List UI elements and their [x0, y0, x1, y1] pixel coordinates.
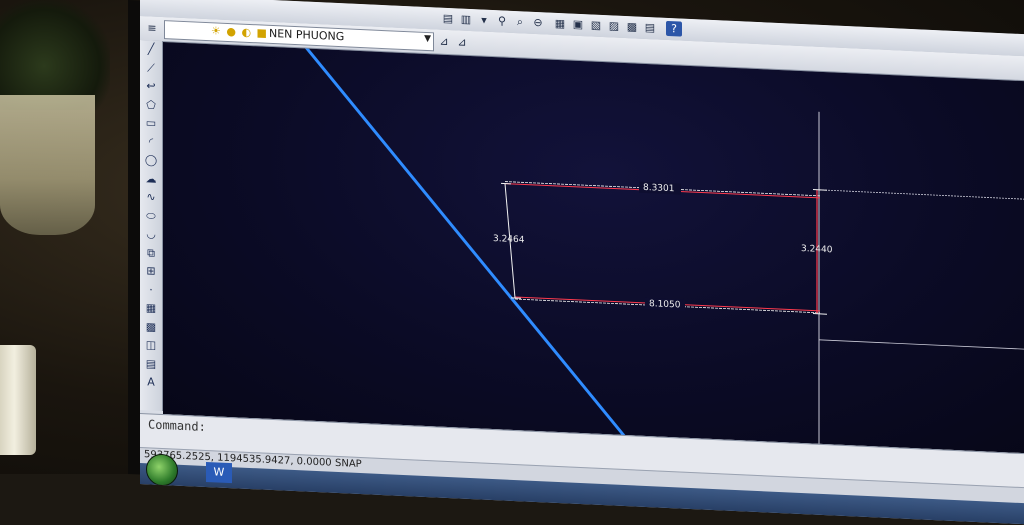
revision-cloud-tool-icon[interactable]: ☁	[140, 170, 162, 189]
ellipse-tool-icon[interactable]: ⬭	[140, 207, 162, 226]
current-layer-name: NEN PHUONG	[269, 27, 344, 43]
plant-leaves	[0, 0, 110, 110]
rectangle-tool-icon[interactable]: ▭	[140, 114, 162, 133]
start-button[interactable]	[146, 453, 178, 486]
right-dimension-label: 3.2440	[801, 244, 833, 255]
zoom-realtime-icon[interactable]: ⚲	[494, 13, 510, 29]
reference-line-lower	[819, 340, 1024, 350]
construction-line-tool-icon[interactable]: ⟋	[140, 59, 162, 78]
polyline-tool-icon[interactable]: ↩	[140, 77, 162, 96]
snap-toggle[interactable]: SNAP	[335, 458, 362, 470]
layer-previous-icon[interactable]: ⊿	[454, 34, 470, 50]
ellipse-arc-tool-icon[interactable]: ◡	[140, 225, 162, 244]
zoom-previous-icon[interactable]: ⊖	[530, 15, 546, 31]
chevron-down-icon: ▼	[424, 34, 431, 44]
make-block-tool-icon[interactable]: ⊞	[140, 262, 162, 281]
gradient-tool-icon[interactable]: ▩	[140, 318, 162, 337]
properties-icon[interactable]: ▦	[552, 16, 568, 32]
quickcalc-icon[interactable]: ▤	[642, 20, 658, 36]
table-tool-icon[interactable]: ▤	[140, 355, 162, 374]
region-tool-icon[interactable]: ◫	[140, 336, 162, 355]
arc-tool-icon[interactable]: ◜	[140, 133, 162, 152]
reference-line-upper	[819, 190, 1024, 200]
drawing-canvas[interactable]: 8.3301 8.1050 3.2464 3.2440	[163, 42, 1024, 454]
layer-manager-icon[interactable]: ≡	[144, 20, 160, 36]
design-center-icon[interactable]: ▣	[570, 17, 586, 33]
command-prompt: Command:	[148, 417, 206, 434]
hatch-tool-icon[interactable]: ▦	[140, 299, 162, 318]
make-current-layer-icon[interactable]: ⊿	[436, 33, 452, 49]
spline-tool-icon[interactable]: ∿	[140, 188, 162, 207]
plant-pot	[0, 95, 95, 235]
cup	[0, 345, 36, 455]
help-icon[interactable]: ?	[666, 21, 682, 37]
top-dimension-label: 8.3301	[643, 183, 674, 194]
monitor-screen: ▤ ▥ ▾ ⚲ ⌕ ⊖ ▦ ▣ ▧ ▨ ▩ ▤ ? ≡ ☀ ● ◐ ■ NEN …	[140, 0, 1024, 525]
sheet-set-icon[interactable]: ▨	[606, 18, 622, 34]
circle-tool-icon[interactable]: ◯	[140, 151, 162, 170]
boundary-line	[290, 42, 643, 454]
bottom-dimension-label: 8.1050	[649, 299, 681, 310]
point-tool-icon[interactable]: ·	[140, 281, 162, 300]
polygon-tool-icon[interactable]: ⬠	[140, 96, 162, 115]
zoom-window-icon[interactable]: ⌕	[512, 14, 528, 30]
insert-block-tool-icon[interactable]: ⧉	[140, 244, 162, 263]
markup-icon[interactable]: ▩	[624, 19, 640, 35]
tool-palettes-icon[interactable]: ▧	[588, 17, 604, 33]
layer-state-icon[interactable]: ▥	[458, 11, 474, 27]
right-dim-tick-bottom	[813, 314, 827, 315]
layer-properties-icon[interactable]: ▤	[440, 11, 456, 27]
draw-toolbar: ╱⟋↩⬠▭◜◯☁∿⬭◡⧉⊞·▦▩◫▤A	[140, 40, 163, 411]
word-taskbar-button[interactable]: W	[206, 462, 232, 483]
right-dim-tick-top	[813, 190, 827, 191]
layer-state-icons: ☀ ● ◐ ■	[211, 24, 268, 40]
line-tool-icon[interactable]: ╱	[140, 40, 162, 59]
multiline-text-tool-icon[interactable]: A	[140, 373, 162, 392]
dropdown-icon[interactable]: ▾	[476, 12, 492, 28]
left-dimension-label: 3.2464	[493, 234, 525, 245]
drawing-svg: 8.3301 8.1050 3.2464 3.2440	[163, 42, 1024, 454]
